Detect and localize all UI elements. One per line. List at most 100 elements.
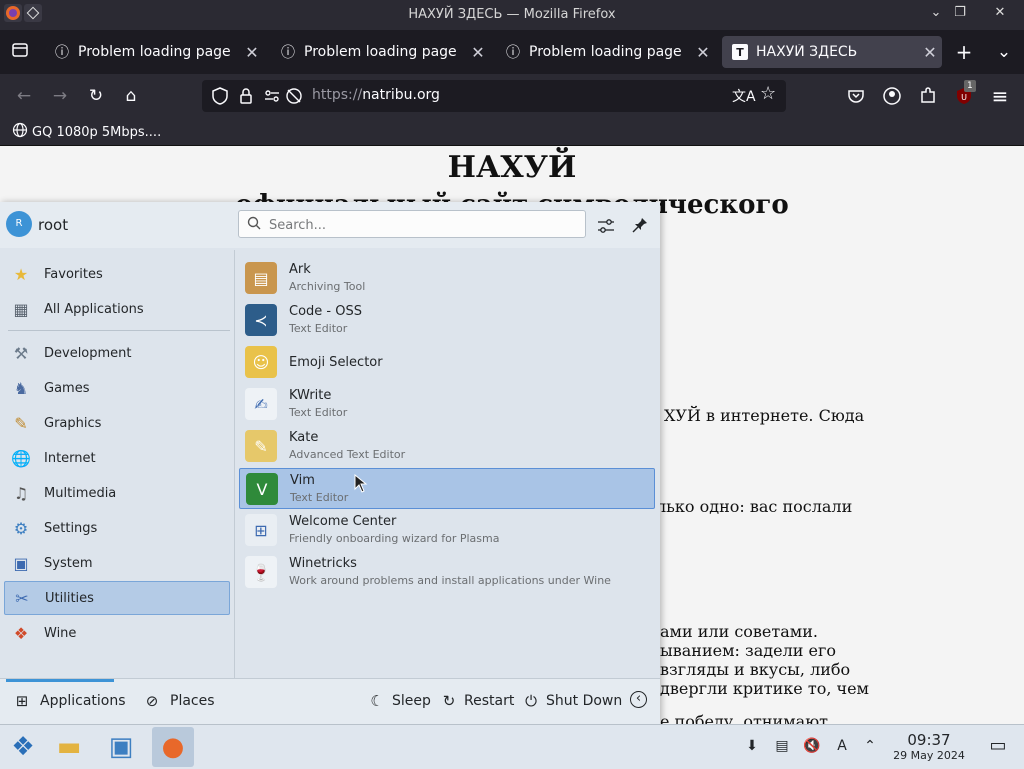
- start-menu-icon: ❖: [11, 732, 35, 762]
- footer-tab[interactable]: ⊞ Applications: [12, 691, 126, 711]
- development-icon: ⚒: [13, 343, 29, 363]
- search-input[interactable]: [267, 214, 571, 236]
- tab[interactable]: T НАХУЙ ЗДЕСЬ ✕: [722, 36, 942, 68]
- kwrite-icon: ✍: [245, 388, 277, 420]
- close-window-button[interactable]: ✕: [990, 4, 1010, 22]
- bookmark-item[interactable]: GQ 1080p 5Mbps....: [12, 122, 161, 142]
- taskbar-item[interactable]: ▣: [100, 727, 142, 767]
- app-name: Ark: [289, 262, 311, 277]
- shield-icon[interactable]: [210, 86, 230, 110]
- app-name: Welcome Center: [289, 514, 397, 529]
- new-tab-button[interactable]: +: [952, 40, 976, 64]
- category-item[interactable]: ✎ Graphics: [4, 406, 230, 440]
- app-item[interactable]: ⊞ Welcome Center Friendly onboarding wizar…: [239, 510, 655, 551]
- url-text[interactable]: https://natribu.org: [312, 87, 440, 103]
- close-tab-icon[interactable]: ✕: [918, 43, 942, 62]
- chevron-left-icon: ‹: [630, 691, 647, 708]
- tab-label: НАХУЙ ЗДЕСЬ: [756, 44, 858, 60]
- minimize-button[interactable]: ⌄: [926, 4, 946, 22]
- configure-icon[interactable]: [596, 216, 616, 236]
- sleep-icon: ☾: [370, 692, 384, 710]
- firefox-icon: ●: [161, 732, 185, 762]
- back-button[interactable]: ←: [12, 84, 36, 108]
- settings-icon: ⚙: [13, 518, 29, 538]
- search-field[interactable]: [238, 210, 586, 238]
- category-item[interactable]: ✂ Utilities: [4, 581, 230, 615]
- category-item[interactable]: ♫ Multimedia: [4, 476, 230, 510]
- tray-expand-icon[interactable]: ⌃: [860, 736, 880, 756]
- close-tab-icon[interactable]: ✕: [240, 43, 264, 62]
- app-item[interactable]: ☺ Emoji Selector: [239, 342, 655, 383]
- app-item[interactable]: ▤ Ark Archiving Tool: [239, 258, 655, 299]
- category-item[interactable]: ❖ Wine: [4, 616, 230, 650]
- show-desktop-icon[interactable]: ▭: [988, 736, 1008, 756]
- taskbar-item[interactable]: ▬: [48, 727, 90, 767]
- category-separator: [8, 330, 230, 331]
- list-all-tabs-button[interactable]: ⌄: [992, 40, 1016, 64]
- app-item[interactable]: ✍ KWrite Text Editor: [239, 384, 655, 425]
- app-name: Emoji Selector: [289, 355, 383, 370]
- category-item[interactable]: 🌐 Internet: [4, 441, 230, 475]
- permissions-icon[interactable]: [262, 86, 282, 110]
- vim-icon: V: [246, 473, 278, 505]
- keyboard-layout-icon[interactable]: A: [832, 736, 852, 756]
- firefox-view-icon[interactable]: [8, 40, 32, 64]
- forward-button[interactable]: →: [48, 84, 72, 108]
- category-item[interactable]: ▦ All Applications: [4, 292, 230, 326]
- info-icon: ⓘ: [55, 45, 69, 61]
- navigation-toolbar: ← → ↻ ⌂ https://natribu.org 文A ☆ U 1 ≡: [0, 74, 1024, 118]
- close-tab-icon[interactable]: ✕: [691, 43, 715, 62]
- lock-icon[interactable]: [236, 86, 256, 110]
- updates-icon[interactable]: ⬇: [742, 736, 762, 756]
- pin-icon[interactable]: [630, 216, 650, 236]
- category-label: Internet: [44, 450, 96, 466]
- translate-page-icon[interactable]: 文A: [732, 86, 756, 106]
- category-label: Multimedia: [44, 485, 117, 501]
- ublock-origin-icon[interactable]: U 1: [952, 80, 976, 108]
- maximize-button[interactable]: ❐: [950, 4, 970, 22]
- bookmark-star-icon[interactable]: ☆: [760, 83, 776, 104]
- tracking-blocked-icon[interactable]: [284, 86, 304, 110]
- clipboard-icon[interactable]: ▤: [772, 736, 792, 756]
- app-item[interactable]: V Vim Text Editor: [239, 468, 655, 509]
- tab[interactable]: ⓘ Problem loading page ✕: [44, 36, 264, 68]
- category-label: All Applications: [44, 301, 144, 317]
- window-titlebar[interactable]: НАХУЙ ЗДЕСЬ — Mozilla Firefox ⌄ ❐ ✕: [0, 0, 1024, 30]
- category-item[interactable]: ⚒ Development: [4, 336, 230, 370]
- app-item[interactable]: 🍷 Winetricks Work around problems and inst…: [239, 552, 655, 593]
- account-icon[interactable]: [880, 84, 904, 108]
- taskbar-item[interactable]: ●: [152, 727, 194, 767]
- reload-button[interactable]: ↻: [84, 84, 108, 108]
- footer-tab[interactable]: ⊘ Places: [142, 691, 215, 711]
- volume-muted-icon[interactable]: 🔇: [802, 736, 822, 756]
- category-item[interactable]: ★ Favorites: [4, 257, 230, 291]
- clock-time[interactable]: 09:37: [884, 731, 974, 749]
- page-text-fragment: лько одно: вас послали: [656, 497, 853, 516]
- url-bar[interactable]: https://natribu.org 文A ☆: [202, 80, 786, 112]
- ark-icon: ▤: [245, 262, 277, 294]
- category-item[interactable]: ▣ System: [4, 546, 230, 580]
- tab[interactable]: ⓘ Problem loading page ✕: [495, 36, 715, 68]
- category-label: Games: [44, 380, 90, 396]
- welcome-center-icon: ⊞: [245, 514, 277, 546]
- category-item[interactable]: ♞ Games: [4, 371, 230, 405]
- pocket-icon[interactable]: [844, 84, 868, 108]
- app-item[interactable]: ≺ Code - OSS Text Editor: [239, 300, 655, 341]
- category-item[interactable]: ⚙ Settings: [4, 511, 230, 545]
- avatar[interactable]: R: [6, 211, 32, 237]
- application-launcher: R root ★ Favorites ▦ All Applications ⚒ Devel…: [0, 202, 660, 725]
- close-tab-icon[interactable]: ✕: [466, 43, 490, 62]
- extensions-icon[interactable]: [916, 84, 940, 108]
- power-label: Shut Down: [546, 693, 623, 709]
- more-power-options-button[interactable]: ‹: [630, 691, 653, 708]
- clock-date[interactable]: 29 May 2024: [884, 749, 974, 762]
- tab[interactable]: ⓘ Problem loading page ✕: [270, 36, 490, 68]
- home-button[interactable]: ⌂: [119, 84, 143, 108]
- power-button[interactable]: ↻ Restart: [440, 691, 515, 711]
- power-button[interactable]: ⏻ Shut Down: [522, 691, 622, 711]
- power-button[interactable]: ☾ Sleep: [368, 691, 431, 711]
- app-menu-button[interactable]: ≡: [988, 84, 1012, 108]
- app-item[interactable]: ✎ Kate Advanced Text Editor: [239, 426, 655, 467]
- taskbar-item[interactable]: ❖: [2, 727, 44, 767]
- power-label: Restart: [464, 693, 515, 709]
